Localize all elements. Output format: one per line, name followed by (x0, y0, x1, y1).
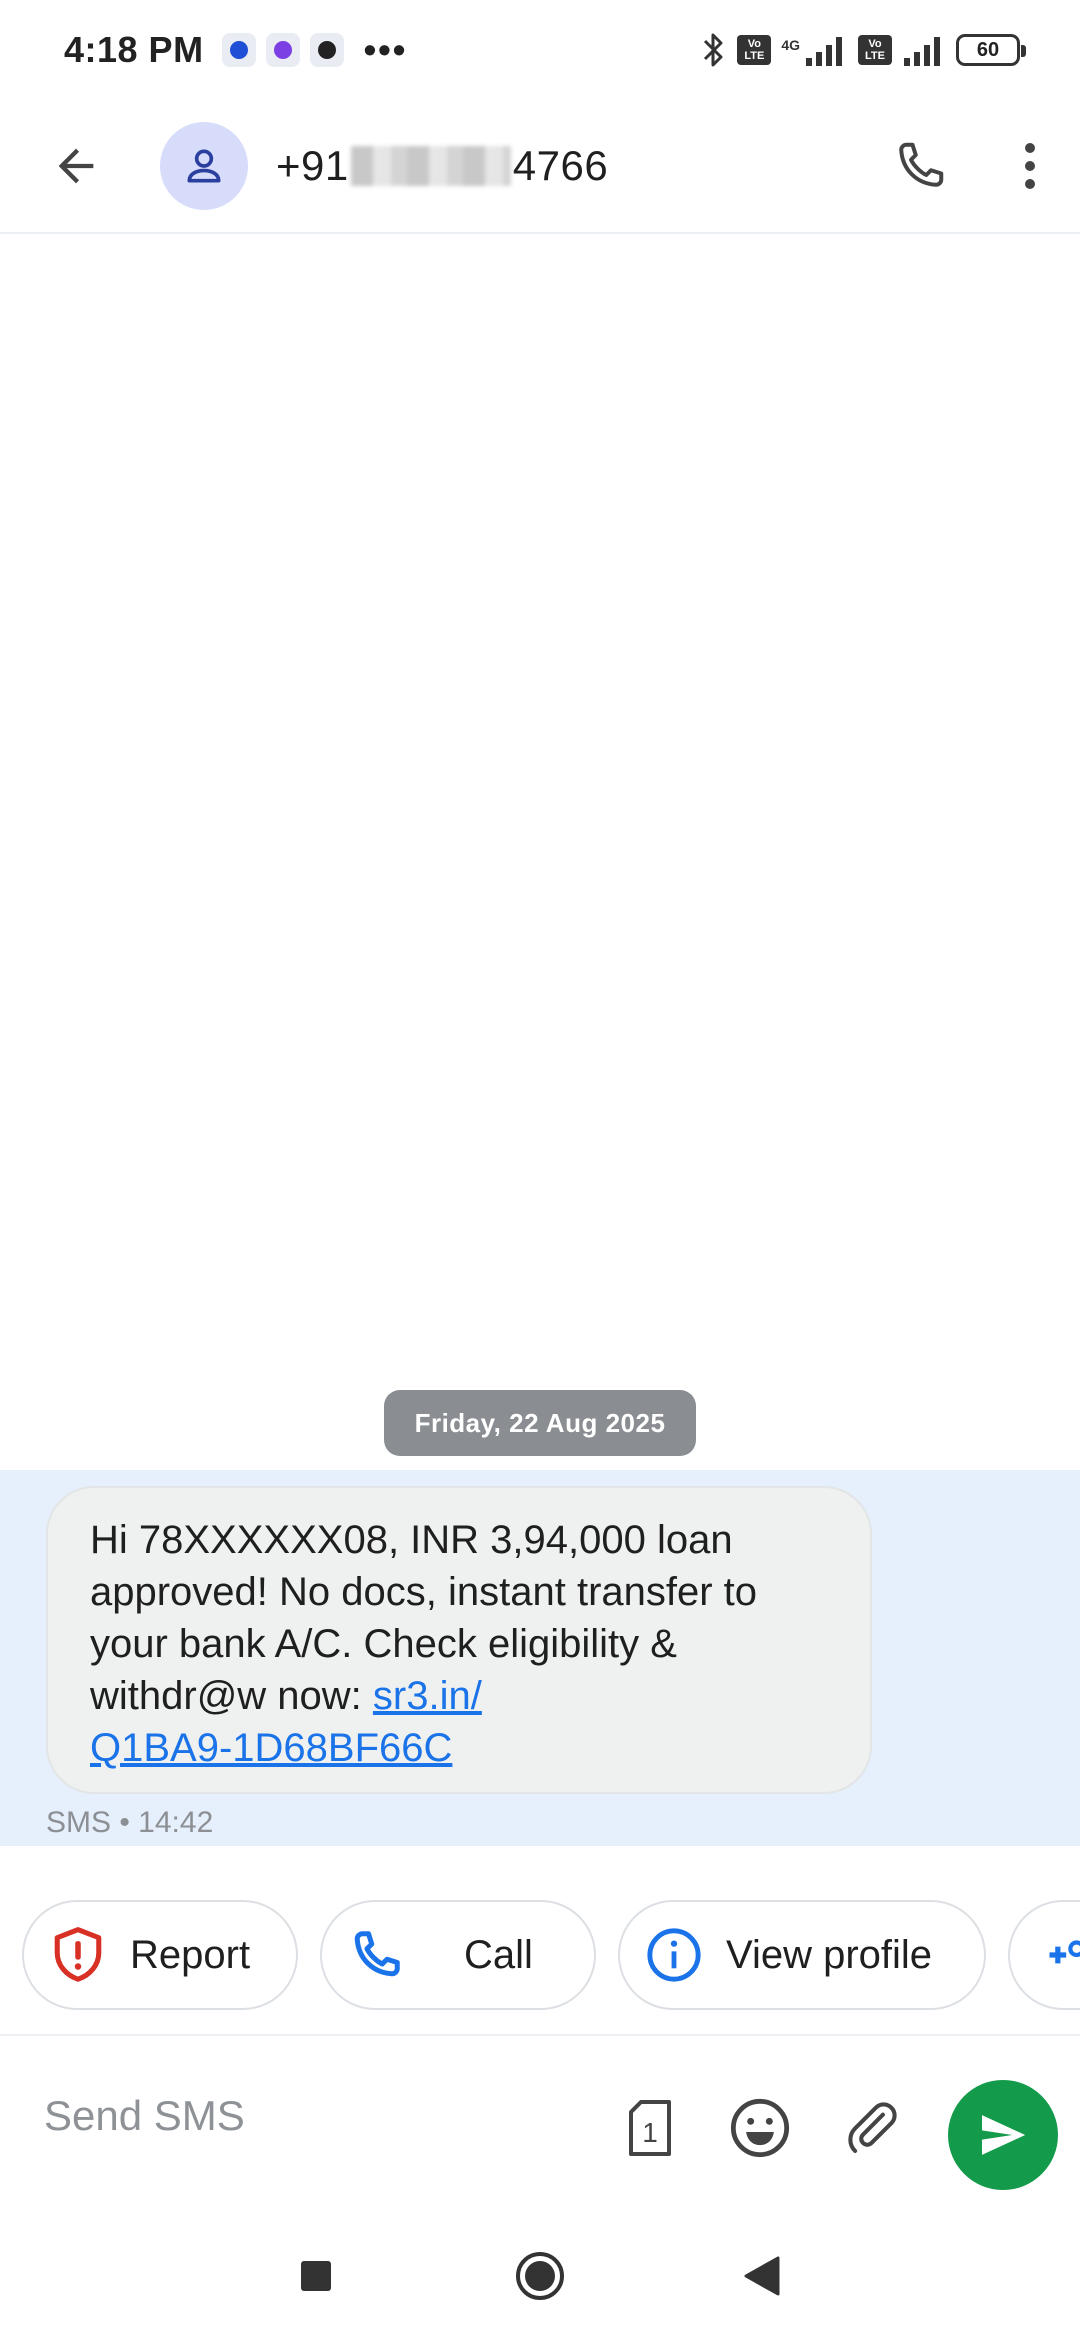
triangle-back-icon (744, 2256, 780, 2296)
svg-text:1: 1 (642, 2117, 658, 2148)
signal-icon (806, 37, 842, 66)
report-chip[interactable]: Report (22, 1900, 298, 2010)
sim-card-icon: 1 (629, 2100, 671, 2156)
contact-avatar[interactable] (160, 122, 248, 210)
add-contact-chip[interactable] (1008, 1900, 1080, 2010)
battery-icon: 60 (956, 34, 1026, 66)
send-button[interactable] (948, 2080, 1058, 2190)
more-vert-icon (1025, 143, 1035, 189)
volte-icon: Vo LTE (737, 35, 772, 65)
conversation-header: +91 4766 (0, 100, 1080, 234)
signal-icon (904, 37, 940, 66)
app-notification-icon (265, 33, 300, 67)
person-icon (187, 149, 221, 183)
circle-home-icon (516, 2252, 564, 2300)
info-icon (644, 1925, 704, 1985)
volte-icon: Vo LTE (858, 35, 892, 65)
notification-icons (221, 33, 344, 67)
report-chip-label: Report (130, 1932, 251, 1977)
more-options-button[interactable] (1000, 126, 1060, 206)
shield-alert-icon (48, 1925, 108, 1985)
date-separator: Friday, 22 Aug 2025 (384, 1390, 696, 1456)
message-input[interactable] (44, 2086, 584, 2146)
status-time: 4:18 PM (64, 29, 204, 70)
status-bar: 4:18 PM ••• Vo LTE 4G Vo LTE 60 (0, 0, 1080, 100)
phone-icon (899, 142, 944, 187)
suggestion-chips: Report Call View profile (0, 1900, 1080, 2012)
call-chip[interactable]: Call (320, 1900, 596, 2010)
add-contact-icon (1032, 1925, 1080, 1985)
view-profile-chip[interactable]: View profile (618, 1900, 986, 2010)
send-icon (982, 2115, 1026, 2155)
system-nav-bar (0, 2212, 1080, 2340)
redacted-number-blur (350, 146, 511, 186)
back-nav-button[interactable] (722, 2236, 802, 2316)
recents-button[interactable] (276, 2236, 356, 2316)
network-type-label: 4G (781, 37, 800, 53)
message-bubble[interactable]: Hi 78XXXXXX08, INR 3,94,000 loan approve… (46, 1486, 872, 1794)
square-icon (301, 2261, 331, 2291)
message-meta: SMS • 14:42 (46, 1806, 214, 1839)
message-highlight: Hi 78XXXXXX08, INR 3,94,000 loan approve… (0, 1470, 1080, 1846)
app-notification-icon (309, 33, 344, 67)
sim-select-button[interactable]: 1 (616, 2094, 684, 2162)
more-notifications-icon: ••• (363, 29, 408, 70)
view-profile-chip-label: View profile (726, 1932, 933, 1977)
emoji-button[interactable] (726, 2094, 794, 2162)
system-indicators: Vo LTE 4G Vo LTE 60 (701, 31, 1026, 69)
contact-number[interactable]: +91 4766 (276, 142, 608, 190)
phone-icon (346, 1925, 406, 1985)
emoji-icon (730, 2098, 790, 2158)
compose-bar: 1 (0, 2034, 1080, 2210)
arrow-back-icon (58, 148, 94, 184)
back-button[interactable] (36, 126, 116, 206)
app-notification-icon (221, 33, 256, 67)
contact-number-prefix: +91 (276, 142, 349, 189)
paperclip-icon (848, 2102, 897, 2154)
messages-screen: 4:18 PM ••• Vo LTE 4G Vo LTE 60 +91 4766… (0, 0, 1080, 2340)
call-chip-label: Call (464, 1932, 533, 1977)
bluetooth-icon (704, 33, 723, 67)
call-button[interactable] (880, 126, 960, 206)
attach-button[interactable] (838, 2094, 906, 2162)
contact-number-suffix: 4766 (512, 142, 609, 189)
home-button[interactable] (500, 2236, 580, 2316)
